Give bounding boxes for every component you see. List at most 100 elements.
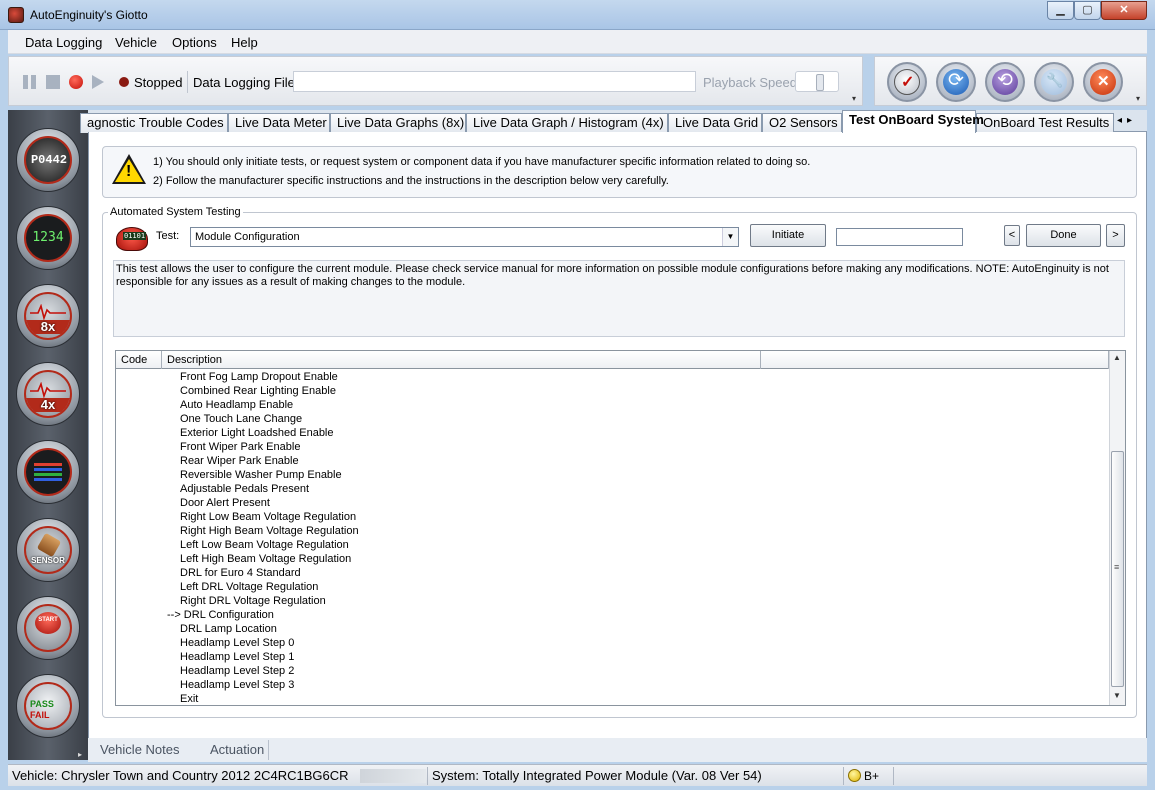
list-item-label: Headlamp Level Step 0 — [180, 637, 295, 649]
tab-vehicle-notes[interactable]: Vehicle Notes — [100, 742, 180, 757]
list-item[interactable]: Headlamp Level Step 1 — [116, 650, 1109, 664]
list-item[interactable]: Reversible Washer Pump Enable — [116, 468, 1109, 482]
column-header-code[interactable]: Code — [121, 354, 147, 366]
grid-led-row — [34, 478, 62, 481]
list-item-label: Auto Headlamp Enable — [180, 399, 294, 411]
logging-file-input[interactable] — [293, 71, 696, 92]
list-item[interactable]: Left High Beam Voltage Regulation — [116, 552, 1109, 566]
clipboard-check-button[interactable] — [887, 62, 927, 102]
menu-options[interactable]: Options — [172, 35, 217, 50]
tab-o2-sensors[interactable]: O2 Sensors — [762, 113, 842, 133]
rail-o2-button[interactable]: SENSOR — [16, 518, 80, 582]
o2-plug-shape — [36, 532, 62, 558]
test-module-icon-text: 01101 — [123, 232, 147, 240]
list-item[interactable]: DRL Lamp Location — [116, 622, 1109, 636]
tab-live-data-graphs[interactable]: Live Data Graphs (8x) — [330, 113, 466, 133]
waveform-icon — [30, 304, 66, 320]
initiate-button[interactable]: Initiate — [750, 224, 826, 247]
list-item[interactable]: Front Wiper Park Enable — [116, 440, 1109, 454]
tab-live-data-histogram[interactable]: Live Data Graph / Histogram (4x) — [466, 113, 668, 133]
rail-expand-icon[interactable]: ▸ — [78, 750, 82, 759]
scrollbar-thumb[interactable]: ≡ — [1111, 451, 1124, 687]
rail-passfail-button[interactable]: PASS FAIL — [16, 674, 80, 738]
start-button-icon: START — [24, 604, 72, 652]
list-item-label: One Touch Lane Change — [180, 413, 303, 425]
wrench-button[interactable] — [1034, 62, 1074, 102]
toolbar-overflow-icon[interactable]: ▾ — [1136, 95, 1144, 103]
list-item[interactable]: Left DRL Voltage Regulation — [116, 580, 1109, 594]
status-dot-icon — [119, 77, 129, 87]
list-item[interactable]: Headlamp Level Step 3 — [116, 678, 1109, 692]
tab-onboard-test-results[interactable]: OnBoard Test Results — [976, 113, 1114, 133]
menu-data-logging[interactable]: Data Logging — [25, 35, 102, 50]
list-item[interactable]: Front Fog Lamp Dropout Enable — [116, 370, 1109, 384]
scroll-up-icon[interactable]: ▲ — [1113, 353, 1121, 362]
play-icon[interactable] — [92, 75, 104, 89]
list-item[interactable]: Right DRL Voltage Regulation — [116, 594, 1109, 608]
list-item[interactable]: Exit — [116, 692, 1109, 706]
previous-button[interactable]: < — [1004, 225, 1020, 246]
logging-file-label: Data Logging File — [193, 75, 295, 90]
list-item-label: Exit — [180, 693, 199, 705]
playback-speed-slider[interactable] — [795, 71, 839, 92]
exit-button[interactable] — [1083, 62, 1123, 102]
list-item[interactable]: --> DRL Configuration — [116, 608, 1109, 622]
list-item[interactable]: Left Low Beam Voltage Regulation — [116, 538, 1109, 552]
list-item[interactable]: Right Low Beam Voltage Regulation — [116, 510, 1109, 524]
list-item-label: DRL Lamp Location — [180, 623, 277, 635]
start-knob — [35, 612, 61, 634]
menu-bar: Data Logging Vehicle Options Help — [8, 30, 1147, 54]
graph8-label: 8x — [26, 320, 70, 334]
test-result-field[interactable] — [836, 228, 963, 246]
list-item[interactable]: Exterior Light Loadshed Enable — [116, 426, 1109, 440]
stop-icon[interactable] — [46, 75, 60, 89]
list-item[interactable]: Combined Rear Lighting Enable — [116, 384, 1109, 398]
scroll-down-icon[interactable]: ▼ — [1113, 691, 1121, 700]
tab-actuation[interactable]: Actuation — [210, 742, 264, 757]
tab-diagnostic-trouble-codes[interactable]: agnostic Trouble Codes — [80, 113, 228, 133]
list-item-label: Exterior Light Loadshed Enable — [180, 427, 334, 439]
chevron-down-icon[interactable]: ▼ — [722, 228, 738, 246]
tab-scroll-right-icon[interactable]: ▸ — [1127, 115, 1132, 126]
list-item[interactable]: Adjustable Pedals Present — [116, 482, 1109, 496]
cycle-button[interactable] — [985, 62, 1025, 102]
tab-test-onboard-system[interactable]: Test OnBoard System — [842, 110, 984, 133]
column-divider[interactable] — [760, 351, 761, 369]
column-header-description[interactable]: Description — [167, 354, 222, 366]
done-button[interactable]: Done — [1026, 224, 1101, 247]
list-item[interactable]: One Touch Lane Change — [116, 412, 1109, 426]
list-scrollbar[interactable]: ▲ ≡ ▼ — [1109, 351, 1125, 705]
close-button[interactable]: ✕ — [1101, 1, 1147, 20]
tab-scroll-left-icon[interactable]: ◂ — [1117, 115, 1122, 126]
pause-icon[interactable] — [23, 75, 37, 89]
menu-vehicle[interactable]: Vehicle — [115, 35, 157, 50]
list-item[interactable]: Door Alert Present — [116, 496, 1109, 510]
menu-help[interactable]: Help — [231, 35, 258, 50]
maximize-button[interactable]: ▢ — [1074, 1, 1101, 20]
rail-graph8-button[interactable]: 8x — [16, 284, 80, 348]
toolbar-overflow-icon[interactable]: ▾ — [852, 95, 860, 103]
test-select[interactable]: Module Configuration ▼ — [190, 227, 739, 247]
list-item[interactable]: Right High Beam Voltage Regulation — [116, 524, 1109, 538]
rail-meter-button[interactable]: 1234 — [16, 206, 80, 270]
grid-icon — [24, 448, 72, 496]
tab-live-data-grid[interactable]: Live Data Grid — [668, 113, 762, 133]
waveform-icon — [30, 382, 66, 398]
rail-start-button[interactable]: START — [16, 596, 80, 660]
refresh-button[interactable] — [936, 62, 976, 102]
dtc-code-label: P0442 — [30, 153, 67, 167]
next-button[interactable]: > — [1106, 224, 1125, 247]
tab-live-data-meter[interactable]: Live Data Meter — [228, 113, 330, 133]
rail-graph4-button[interactable]: 4x — [16, 362, 80, 426]
list-item[interactable]: DRL for Euro 4 Standard — [116, 566, 1109, 580]
list-item[interactable]: Headlamp Level Step 0 — [116, 636, 1109, 650]
status-bar: Vehicle: Chrysler Town and Country 2012 … — [8, 764, 1147, 786]
record-icon[interactable] — [69, 75, 83, 89]
rail-grid-button[interactable] — [16, 440, 80, 504]
list-item[interactable]: Auto Headlamp Enable — [116, 398, 1109, 412]
list-item[interactable]: Headlamp Level Step 2 — [116, 664, 1109, 678]
minimize-button[interactable]: ▁ — [1047, 1, 1074, 20]
column-divider[interactable] — [161, 351, 162, 369]
rail-dtc-button[interactable]: P0442 — [16, 128, 80, 192]
list-item[interactable]: Rear Wiper Park Enable — [116, 454, 1109, 468]
